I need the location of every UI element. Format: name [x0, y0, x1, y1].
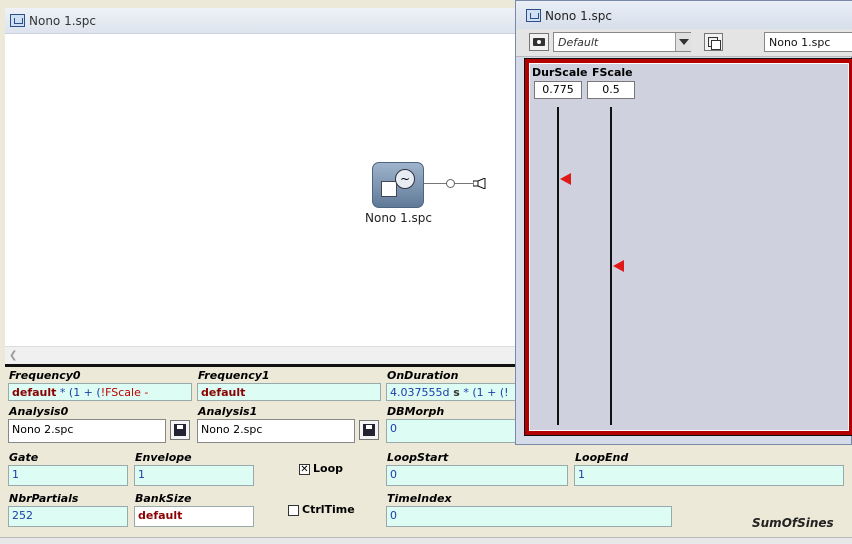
dbmorph-label: DBMorph — [387, 405, 445, 418]
speaker-icon[interactable] — [473, 178, 487, 189]
timeindex-field[interactable]: 0 — [386, 506, 672, 527]
bottom-strip — [0, 537, 852, 544]
analysis0-label: Analysis0 — [9, 405, 69, 418]
loop-checkbox[interactable]: ✕ — [299, 464, 310, 475]
onduration-number: 4.037555d — [390, 386, 450, 399]
window-icon — [10, 14, 25, 27]
main-window-title: Nono 1.spc — [29, 14, 96, 28]
loop-label: Loop — [313, 462, 343, 475]
controls-panel: DurScale 0.775 FScale 0.5 — [524, 58, 852, 436]
gate-field[interactable]: 1 — [8, 465, 128, 486]
durscale-value[interactable]: 0.775 — [534, 81, 582, 99]
main-titlebar: Nono 1.spc — [5, 8, 517, 34]
window-icon — [526, 9, 541, 22]
float-toolbar: Default Nono 1.spc — [516, 29, 852, 57]
loopstart-field[interactable]: 0 — [386, 465, 568, 486]
sound-node[interactable]: ~ — [372, 162, 424, 208]
analysis1-label: Analysis1 — [198, 405, 258, 418]
ctrltime-checkbox[interactable] — [288, 505, 299, 516]
fscale-value[interactable]: 0.5 — [587, 81, 635, 99]
frequency0-expression: * (1 + ( — [56, 386, 101, 399]
class-name-label: SumOfSines — [752, 516, 834, 530]
frequency0-keyword: default — [12, 386, 57, 399]
nbrpartials-label: NbrPartials — [9, 492, 79, 505]
frequency1-value: default — [201, 386, 246, 399]
analysis1-field[interactable]: Nono 2.spc — [197, 419, 355, 443]
nbrpartials-field[interactable]: 252 — [8, 506, 128, 527]
analysis1-save-icon[interactable] — [359, 420, 379, 440]
durscale-label: DurScale — [532, 66, 588, 79]
onduration-expression: * (1 + (! — [459, 386, 509, 399]
node-label: Nono 1.spc — [365, 211, 432, 225]
envelope-field[interactable]: 1 — [134, 465, 254, 486]
onduration-unit: s — [449, 386, 460, 399]
copy-icon[interactable] — [704, 33, 723, 51]
fscale-slider-handle[interactable] — [613, 260, 624, 272]
loopstart-label: LoopStart — [387, 451, 449, 464]
oscillator-icon: ~ — [395, 169, 415, 189]
spectrum-icon — [381, 181, 397, 197]
onduration-field[interactable]: 4.037555d s * (1 + (! — [386, 383, 516, 401]
target-sound-field[interactable]: Nono 1.spc — [764, 32, 852, 52]
preset-select[interactable]: Default — [553, 32, 691, 52]
patch-canvas[interactable]: ~ Nono 1.spc — [5, 34, 517, 346]
envelope-label: Envelope — [135, 451, 192, 464]
float-window-title: Nono 1.spc — [545, 9, 612, 23]
float-titlebar[interactable]: Nono 1.spc — [516, 1, 852, 29]
frequency0-field[interactable]: default * (1 + (!FScale - — [8, 383, 192, 401]
scroll-left-icon[interactable]: ❮ — [9, 350, 17, 361]
fscale-slider-track[interactable] — [610, 107, 612, 425]
fscale-label: FScale — [592, 66, 633, 79]
banksize-label: BankSize — [135, 492, 192, 505]
loopend-field[interactable]: 1 — [574, 465, 844, 486]
onduration-label: OnDuration — [387, 369, 459, 382]
durscale-slider-track[interactable] — [557, 107, 559, 425]
frequency1-label: Frequency1 — [198, 369, 270, 382]
wire-junction[interactable] — [446, 179, 455, 188]
gate-label: Gate — [9, 451, 39, 464]
loopend-label: LoopEnd — [575, 451, 629, 464]
frequency0-variable: !FScale - — [100, 386, 149, 399]
virtual-control-surface-window[interactable]: Nono 1.spc Default Nono 1.spc DurScale 0… — [515, 0, 852, 445]
banksize-value: default — [138, 509, 183, 522]
durscale-slider-handle[interactable] — [560, 173, 571, 185]
frequency0-label: Frequency0 — [9, 369, 81, 382]
controls-area: DurScale 0.775 FScale 0.5 — [529, 63, 849, 431]
chevron-down-icon[interactable] — [675, 33, 691, 51]
analysis0-field[interactable]: Nono 2.spc — [8, 419, 166, 443]
analysis0-save-icon[interactable] — [170, 420, 190, 440]
frequency1-field[interactable]: default — [197, 383, 381, 401]
ctrltime-label: CtrlTime — [302, 503, 355, 516]
camera-icon[interactable] — [529, 33, 549, 51]
timeindex-label: TimeIndex — [387, 492, 452, 505]
banksize-field[interactable]: default — [134, 506, 254, 527]
horizontal-scrollbar[interactable]: ❮ — [5, 346, 517, 364]
dbmorph-field[interactable]: 0 — [386, 419, 516, 443]
